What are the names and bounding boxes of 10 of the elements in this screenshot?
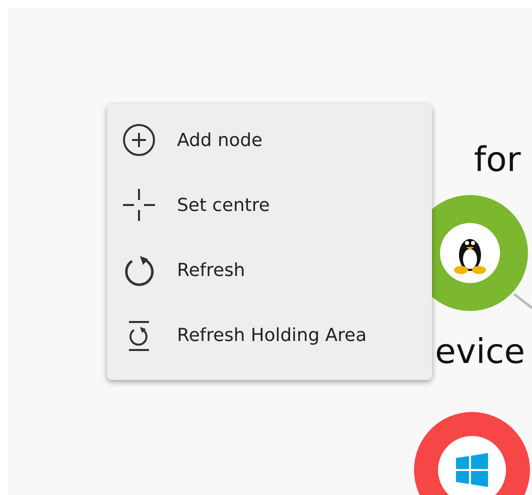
node-label: evice [435, 332, 526, 372]
windows-icon [454, 452, 490, 488]
menu-item[interactable]: Set centre [107, 181, 432, 230]
edge-line [513, 293, 532, 309]
node-label: for [474, 140, 521, 180]
add-icon [121, 122, 157, 158]
menu-item[interactable]: Add node [107, 116, 432, 164]
menu-item[interactable]: Refresh Holding Area [107, 312, 432, 360]
crosshair-icon [121, 187, 157, 224]
menu-item[interactable]: Refresh [107, 246, 432, 295]
